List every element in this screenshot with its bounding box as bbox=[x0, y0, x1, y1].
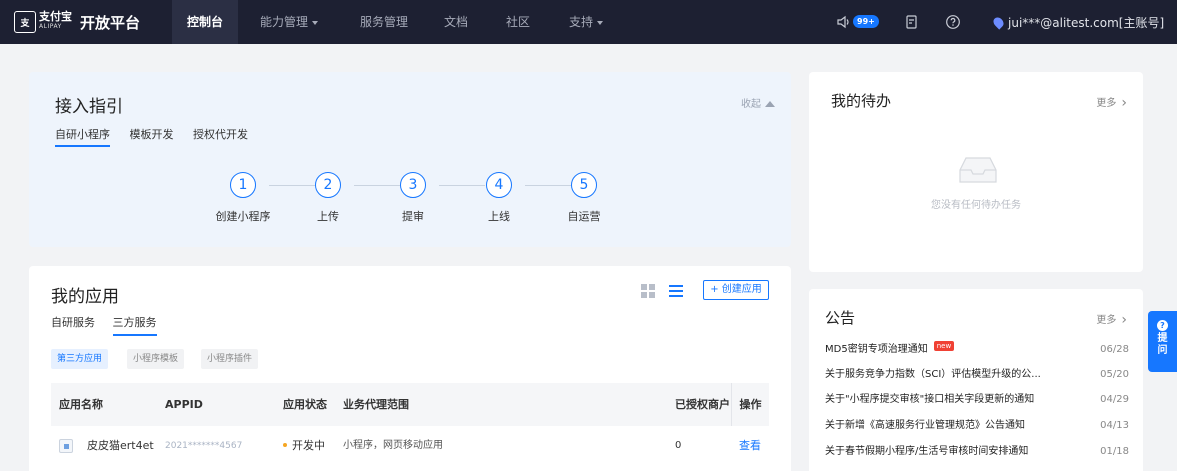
col-app-name: 应用名称 bbox=[59, 398, 103, 411]
step-4-label[interactable]: 上线 bbox=[459, 208, 539, 224]
step-1-label[interactable]: 创建小程序 bbox=[203, 208, 283, 224]
app-merchants: 0 bbox=[675, 440, 682, 451]
notice-item[interactable]: 关于新增《高速服务行业管理规范》公告通知 04/13 bbox=[825, 415, 1129, 437]
notice-more-link[interactable]: 更多 bbox=[1096, 311, 1127, 328]
col-appid: APPID bbox=[165, 398, 203, 411]
document-icon[interactable] bbox=[904, 14, 920, 34]
onboarding-guide-card: 接入指引 收起 自研小程序 模板开发 授权代开发 1 创建小程序 2 上传 3 … bbox=[29, 72, 791, 247]
notice-item[interactable]: MD5密钥专项治理通知 new 06/28 bbox=[825, 339, 1129, 361]
help-icon[interactable] bbox=[945, 14, 961, 34]
my-todo-card: 我的待办 更多 您没有任何待办任务 bbox=[809, 72, 1143, 272]
apps-title: 我的应用 bbox=[51, 287, 119, 307]
step-5-number: 5 bbox=[571, 172, 597, 198]
tab-self-miniprogram[interactable]: 自研小程序 bbox=[55, 126, 110, 147]
empty-inbox-icon bbox=[956, 152, 1000, 186]
list-view-icon[interactable] bbox=[669, 285, 683, 297]
user-account-menu[interactable]: jui***@alitest.com[主账号] bbox=[991, 14, 1165, 31]
chevron-down-icon bbox=[597, 20, 604, 25]
empty-todo-text: 您没有任何待办任务 bbox=[931, 200, 1021, 211]
notice-item[interactable]: 关于"小程序提交审核"接口相关字段更新的通知 04/29 bbox=[825, 389, 1129, 411]
alipay-logo[interactable]: 支 支付宝 ALIPAY bbox=[14, 10, 72, 34]
step-5-label[interactable]: 自运营 bbox=[544, 208, 624, 224]
filter-miniprogram-template[interactable]: 小程序模板 bbox=[127, 349, 185, 369]
step-3-label[interactable]: 提审 bbox=[373, 208, 453, 224]
step-2-label[interactable]: 上传 bbox=[288, 208, 368, 224]
chevron-up-icon bbox=[765, 101, 775, 107]
grid-view-icon[interactable] bbox=[641, 284, 655, 298]
guide-steps: 1 创建小程序 2 上传 3 提审 4 上线 5 自运营 bbox=[29, 172, 791, 232]
new-badge: new bbox=[933, 341, 955, 351]
apps-table-header: 应用名称 APPID 应用状态 业务代理范围 已授权商户 操作 bbox=[51, 383, 769, 426]
user-avatar-icon bbox=[991, 15, 1006, 30]
app-name: 皮皮猫ert4et bbox=[87, 439, 154, 452]
create-app-button[interactable]: + 创建应用 bbox=[703, 280, 769, 300]
app-status: 开发中 bbox=[283, 426, 325, 466]
speaker-icon[interactable] bbox=[836, 14, 852, 34]
notice-date: 04/13 bbox=[1100, 420, 1129, 431]
step-connector bbox=[525, 185, 571, 186]
nav-community[interactable]: 社区 bbox=[506, 0, 530, 44]
step-connector bbox=[269, 185, 315, 186]
step-connector bbox=[354, 185, 400, 186]
nav-console[interactable]: 控制台 bbox=[172, 0, 238, 44]
nav-capability[interactable]: 能力管理 bbox=[260, 0, 319, 44]
notice-date: 06/28 bbox=[1100, 344, 1129, 355]
nav-support[interactable]: 支持 bbox=[569, 0, 604, 44]
notice-item[interactable]: 关于春节假期小程序/生活号审核时间安排通知 01/18 bbox=[825, 441, 1129, 463]
floating-ask-button[interactable]: ? 提问 bbox=[1148, 311, 1177, 372]
tab-self-service[interactable]: 自研服务 bbox=[51, 314, 95, 334]
notice-date: 04/29 bbox=[1100, 394, 1129, 405]
question-icon: ? bbox=[1157, 320, 1168, 331]
top-nav-bar: 支 支付宝 ALIPAY 开放平台 控制台 能力管理 服务管理 文档 社区 支持… bbox=[0, 0, 1177, 44]
step-1-number: 1 bbox=[230, 172, 256, 198]
notice-title: 公告 bbox=[825, 309, 856, 327]
guide-title: 接入指引 bbox=[55, 97, 123, 117]
col-scope: 业务代理范围 bbox=[343, 398, 409, 411]
filter-miniprogram-plugin[interactable]: 小程序插件 bbox=[201, 349, 259, 369]
filter-third-party-app[interactable]: 第三方应用 bbox=[51, 349, 109, 369]
step-3-number: 3 bbox=[400, 172, 426, 198]
nav-docs[interactable]: 文档 bbox=[444, 0, 468, 44]
col-status: 应用状态 bbox=[283, 398, 327, 411]
step-2-number: 2 bbox=[315, 172, 341, 198]
chevron-down-icon bbox=[312, 20, 319, 25]
tab-third-party-service[interactable]: 三方服务 bbox=[112, 314, 157, 336]
alipay-logo-icon: 支 bbox=[14, 11, 36, 33]
app-icon bbox=[59, 439, 73, 453]
notice-card: 公告 更多 MD5密钥专项治理通知new 06/28 关于服务竞争力指数（SCI… bbox=[809, 289, 1143, 471]
notification-badge[interactable]: 99+ bbox=[853, 15, 879, 28]
tab-authorized-dev[interactable]: 授权代开发 bbox=[193, 126, 248, 145]
status-dot-icon bbox=[283, 443, 287, 447]
guide-tabs: 自研小程序 模板开发 授权代开发 bbox=[55, 126, 264, 147]
notice-date: 01/18 bbox=[1100, 446, 1129, 457]
tab-template-dev[interactable]: 模板开发 bbox=[130, 126, 174, 145]
notice-date: 05/20 bbox=[1100, 369, 1129, 380]
collapse-button[interactable]: 收起 bbox=[741, 95, 775, 110]
user-email: jui***@alitest.com[主账号] bbox=[1008, 16, 1165, 30]
view-app-link[interactable]: 查看 bbox=[739, 426, 761, 466]
step-4-number: 4 bbox=[486, 172, 512, 198]
app-scope: 小程序，网页移动应用 bbox=[343, 440, 443, 451]
todo-more-link[interactable]: 更多 bbox=[1096, 94, 1127, 111]
my-apps-card: 我的应用 + 创建应用 自研服务 三方服务 第三方应用 小程序模板 小程序插件 … bbox=[29, 266, 791, 471]
table-row: 皮皮猫ert4et 2021*******4567 开发中 小程序，网页移动应用… bbox=[51, 426, 769, 466]
alipay-logo-text: 支付宝 ALIPAY bbox=[39, 10, 72, 30]
app-id: 2021*******4567 bbox=[165, 441, 243, 451]
platform-title[interactable]: 开放平台 bbox=[80, 12, 140, 33]
notice-item[interactable]: 关于服务竞争力指数（SCI）评估模型升级的公... 05/20 bbox=[825, 364, 1129, 386]
col-merchants: 已授权商户 bbox=[675, 398, 730, 411]
col-actions: 操作 bbox=[731, 383, 769, 426]
app-tabs: 自研服务 三方服务 bbox=[51, 314, 171, 336]
todo-title: 我的待办 bbox=[831, 92, 892, 110]
nav-service[interactable]: 服务管理 bbox=[360, 0, 408, 44]
step-connector bbox=[439, 185, 485, 186]
